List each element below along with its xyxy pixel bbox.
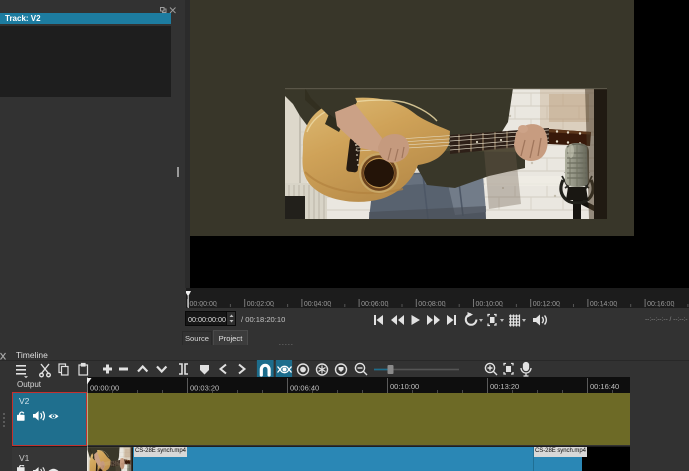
svg-text:00:02:00: 00:02:00 bbox=[247, 301, 274, 308]
svg-text:00:14:00: 00:14:00 bbox=[590, 301, 617, 308]
svg-text:00:06:00: 00:06:00 bbox=[361, 301, 388, 308]
svg-text:00:13:20: 00:13:20 bbox=[490, 382, 519, 391]
svg-text:00:12:00: 00:12:00 bbox=[533, 301, 560, 308]
svg-text:00:03:20: 00:03:20 bbox=[190, 383, 219, 392]
svg-text:00:00:00: 00:00:00 bbox=[190, 301, 217, 308]
svg-text:00:00:00: 00:00:00 bbox=[90, 383, 119, 392]
svg-text:00:16:40: 00:16:40 bbox=[590, 382, 619, 391]
svg-text:00:16:00: 00:16:00 bbox=[647, 301, 674, 308]
svg-text:00:10:00: 00:10:00 bbox=[390, 382, 419, 391]
svg-text:00:10:00: 00:10:00 bbox=[476, 301, 503, 308]
svg-text:00:08:00: 00:08:00 bbox=[418, 301, 445, 308]
svg-text:00:04:00: 00:04:00 bbox=[304, 301, 331, 308]
svg-text:00:06:40: 00:06:40 bbox=[290, 383, 319, 392]
